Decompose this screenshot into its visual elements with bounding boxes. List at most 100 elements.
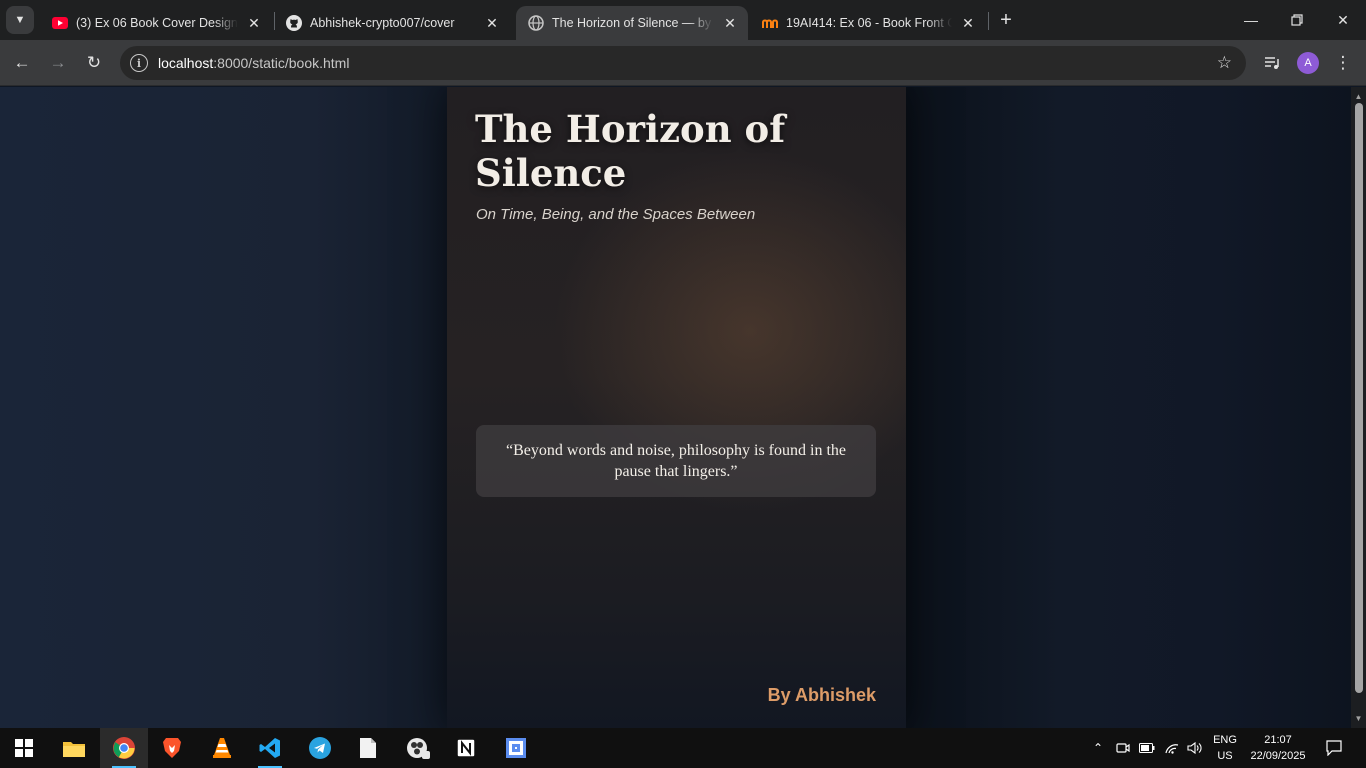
tab-search-button[interactable]: ▼	[6, 6, 34, 34]
scroll-up-icon[interactable]: ▲	[1351, 89, 1366, 103]
clock-time: 21:07	[1264, 734, 1292, 746]
taskbar-app[interactable]	[492, 728, 540, 768]
restore-button[interactable]	[1274, 0, 1320, 40]
book-title: The Horizon of Silence	[475, 107, 786, 195]
reload-button[interactable]: ↻	[80, 49, 108, 77]
chevron-down-icon: ▼	[14, 14, 26, 26]
notification-icon	[1326, 740, 1342, 756]
background-right	[906, 87, 1351, 728]
tab-book-page[interactable]: The Horizon of Silence — by Ho ✕	[516, 6, 748, 40]
moodle-icon	[762, 15, 778, 31]
site-info-icon[interactable]: i	[130, 54, 148, 72]
page-viewport: The Horizon of Silence On Time, Being, a…	[0, 87, 1351, 728]
page-scrollbar[interactable]: ▲ ▼	[1351, 87, 1366, 728]
battery-icon	[1139, 743, 1155, 753]
minimize-button[interactable]: —	[1228, 0, 1274, 40]
url-text[interactable]: localhost:8000/static/book.html	[158, 55, 349, 71]
tray-overflow-button[interactable]: ⌃	[1088, 728, 1108, 768]
speaker-icon	[1187, 741, 1202, 755]
new-tab-button[interactable]: +	[994, 8, 1018, 32]
close-tab-icon[interactable]: ✕	[482, 13, 502, 33]
reload-icon: ↻	[86, 53, 102, 72]
arrow-right-icon: →	[49, 53, 67, 72]
notifications-button[interactable]	[1320, 728, 1348, 768]
back-button[interactable]: ←	[8, 49, 36, 77]
taskbar-file-explorer[interactable]	[50, 728, 98, 768]
taskbar-vscode[interactable]	[246, 728, 294, 768]
tab-github[interactable]: Abhishek-crypto007/cover ✕	[274, 6, 510, 40]
book-subtitle: On Time, Being, and the Spaces Between	[476, 206, 756, 223]
close-tab-icon[interactable]: ✕	[958, 13, 978, 33]
chevron-up-icon: ⌃	[1092, 741, 1104, 755]
notepad-icon	[360, 738, 376, 758]
book-quote: “Beyond words and noise, philosophy is f…	[506, 442, 846, 480]
clock-date: 22/09/2025	[1250, 750, 1306, 762]
taskbar-brave[interactable]	[148, 728, 196, 768]
youtube-icon	[52, 15, 68, 31]
media-controls-button[interactable]	[1258, 49, 1286, 77]
profile-avatar[interactable]: A	[1297, 52, 1319, 74]
windows-taskbar: ⌃ ENG US 21:07 22/09/2025	[0, 728, 1366, 768]
camera-icon	[1116, 743, 1130, 753]
github-icon	[286, 15, 302, 31]
file-explorer-icon	[63, 742, 85, 757]
plus-icon: +	[1000, 8, 1012, 31]
bookmark-star-icon[interactable]: ☆	[1217, 53, 1232, 73]
tray-battery[interactable]	[1136, 728, 1158, 768]
url-path: :8000/static/book.html	[213, 55, 350, 71]
tab-title: The Horizon of Silence — by Ho	[552, 16, 714, 30]
background-left	[0, 87, 447, 728]
more-vertical-icon: ⋮	[1334, 53, 1352, 72]
windows-start-icon	[15, 739, 33, 757]
scrollbar-thumb[interactable]	[1355, 103, 1363, 693]
close-tab-icon[interactable]: ✕	[720, 13, 740, 33]
tab-separator	[988, 12, 989, 30]
obs-icon	[407, 738, 430, 759]
restore-icon	[1291, 14, 1303, 26]
close-window-button[interactable]: ✕	[1320, 0, 1366, 40]
playlist-icon	[1265, 57, 1279, 69]
close-icon: ✕	[1337, 11, 1349, 28]
tab-moodle[interactable]: 19AI414: Ex 06 - Book Front Cov ✕	[750, 6, 986, 40]
globe-icon	[528, 15, 544, 31]
tab-youtube[interactable]: (3) Ex 06 Book Cover Design using ✕	[40, 6, 272, 40]
taskbar-telegram[interactable]	[296, 728, 344, 768]
vlc-icon	[213, 738, 231, 758]
start-button[interactable]	[0, 728, 48, 768]
taskbar-notepad[interactable]	[344, 728, 392, 768]
taskbar-vlc[interactable]	[198, 728, 246, 768]
notion-icon	[456, 738, 476, 758]
tab-title: (3) Ex 06 Book Cover Design using	[76, 16, 238, 30]
tray-camera[interactable]	[1112, 728, 1134, 768]
tab-strip: ▼ (3) Ex 06 Book Cover Design using ✕ Ab…	[0, 0, 1366, 40]
close-tab-icon[interactable]: ✕	[244, 13, 264, 33]
language-indicator[interactable]: ENG US	[1205, 732, 1245, 764]
taskbar-chrome[interactable]	[100, 728, 148, 768]
browser-toolbar: ← → ↻ i localhost:8000/static/book.html …	[0, 40, 1366, 86]
app-icon	[506, 738, 526, 758]
tray-volume[interactable]	[1184, 728, 1206, 768]
language-code: ENG	[1213, 734, 1237, 746]
brave-icon	[163, 738, 181, 758]
arrow-left-icon: ←	[13, 53, 31, 72]
minimize-icon: —	[1244, 12, 1258, 28]
taskbar-obs[interactable]	[394, 728, 442, 768]
tab-title: Abhishek-crypto007/cover	[310, 16, 455, 30]
vscode-icon	[259, 738, 280, 758]
browser-menu-button[interactable]: ⋮	[1329, 49, 1357, 77]
wifi-icon	[1165, 744, 1179, 754]
forward-button[interactable]: →	[44, 49, 72, 77]
book-cover: The Horizon of Silence On Time, Being, a…	[447, 87, 906, 728]
url-host: localhost	[158, 55, 214, 71]
taskbar-notion[interactable]	[442, 728, 490, 768]
taskbar-clock[interactable]: 21:07 22/09/2025	[1246, 732, 1310, 764]
telegram-icon	[309, 737, 331, 759]
keyboard-layout: US	[1217, 750, 1233, 762]
book-author: By Abhishek	[767, 685, 876, 705]
address-bar[interactable]: i localhost:8000/static/book.html ☆	[120, 46, 1246, 80]
quote-box: “Beyond words and noise, philosophy is f…	[476, 425, 876, 497]
tray-network[interactable]	[1160, 728, 1184, 768]
chrome-icon	[113, 737, 135, 759]
scroll-down-icon[interactable]: ▼	[1351, 711, 1366, 725]
tab-title: 19AI414: Ex 06 - Book Front Cov	[786, 16, 952, 30]
